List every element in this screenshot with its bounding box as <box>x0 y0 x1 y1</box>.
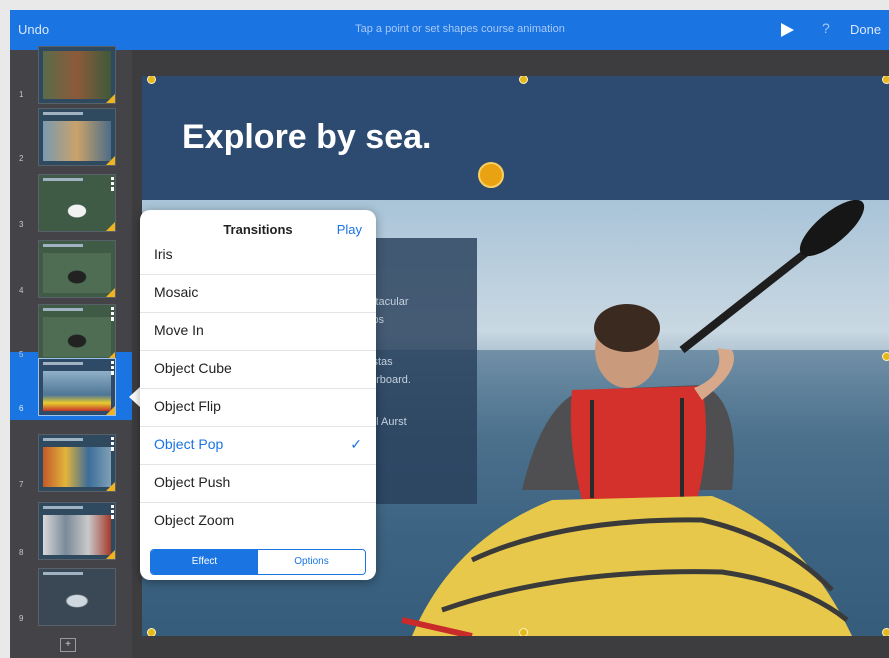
transition-label: Mosaic <box>154 284 199 300</box>
slide-navigator: 1 2 3 4 5 6 7 8 9 + <box>10 46 132 658</box>
transition-item[interactable]: Object Flip <box>140 388 376 427</box>
effect-segment[interactable]: Effect <box>151 550 258 574</box>
transition-label: Object Pop <box>154 436 224 452</box>
transition-item[interactable]: Object Zoom <box>140 502 376 540</box>
transition-label: Object Cube <box>154 360 232 376</box>
panel-line: erboard. <box>370 374 411 384</box>
slide-number: 5 <box>19 350 24 359</box>
transitions-popover: Transitions Play Iris Mosaic Move In Obj… <box>140 210 376 580</box>
slide-number: 7 <box>19 480 24 489</box>
slide-thumbnail[interactable] <box>38 434 116 492</box>
resize-handle[interactable] <box>882 352 889 361</box>
resize-handle[interactable] <box>519 628 528 636</box>
transition-label: Move In <box>154 322 204 338</box>
done-button[interactable]: Done <box>850 22 881 37</box>
transition-label: Object Push <box>154 474 231 490</box>
slide-thumbnail[interactable] <box>38 304 116 362</box>
effect-options-segmented-control: Effect Options <box>150 549 366 575</box>
panel-line: ctacular <box>370 296 409 306</box>
slide-number: 1 <box>19 90 24 99</box>
slide-thumbnail[interactable] <box>38 174 116 232</box>
slide-thumbnail[interactable] <box>38 108 116 166</box>
undo-button[interactable]: Undo <box>18 22 49 37</box>
transition-label: Object Flip <box>154 398 221 414</box>
slide-thumbnail[interactable] <box>38 568 116 626</box>
slide-number: 9 <box>19 614 24 623</box>
transition-label: Iris <box>154 246 173 262</box>
transition-item[interactable]: Move In <box>140 312 376 351</box>
slide-title[interactable]: Explore by sea. <box>182 118 431 157</box>
transition-label: Object Zoom <box>154 512 235 528</box>
help-button[interactable]: ? <box>822 20 830 36</box>
transition-item-selected[interactable]: Object Pop ✓ <box>140 426 376 465</box>
checkmark-icon: ✓ <box>350 436 362 452</box>
animation-point-icon[interactable] <box>478 162 504 188</box>
panel-line: ips <box>370 314 385 324</box>
transition-item[interactable]: Object Cube <box>140 350 376 389</box>
panel-line: ul Aurst <box>370 416 407 426</box>
slide-number: 2 <box>19 154 24 163</box>
play-transition-button[interactable]: Play <box>337 222 362 237</box>
transition-item[interactable]: Object Push <box>140 464 376 503</box>
add-slide-button[interactable]: + <box>60 638 76 652</box>
slide-thumbnail[interactable] <box>38 502 116 560</box>
slide-number: 4 <box>19 286 24 295</box>
panel-line: istas <box>370 356 393 366</box>
resize-handle[interactable] <box>147 628 156 636</box>
slide-thumbnail[interactable] <box>38 46 116 104</box>
options-segment[interactable]: Options <box>258 550 365 574</box>
resize-handle[interactable] <box>882 76 889 84</box>
slide-thumbnail-selected[interactable] <box>38 358 116 416</box>
play-icon[interactable] <box>778 21 796 39</box>
resize-handle[interactable] <box>882 628 889 636</box>
transition-item[interactable]: Mosaic <box>140 274 376 313</box>
slide-number: 8 <box>19 548 24 557</box>
toolbar: Undo Tap a point or set shapes course an… <box>10 10 889 50</box>
slide-thumbnail[interactable] <box>38 240 116 298</box>
slide-number: 3 <box>19 220 24 229</box>
keynote-window: Undo Tap a point or set shapes course an… <box>10 10 889 658</box>
transition-item[interactable]: Iris <box>140 236 376 275</box>
slide-number: 6 <box>19 404 24 413</box>
toolbar-hint: Tap a point or set shapes course animati… <box>355 23 565 35</box>
